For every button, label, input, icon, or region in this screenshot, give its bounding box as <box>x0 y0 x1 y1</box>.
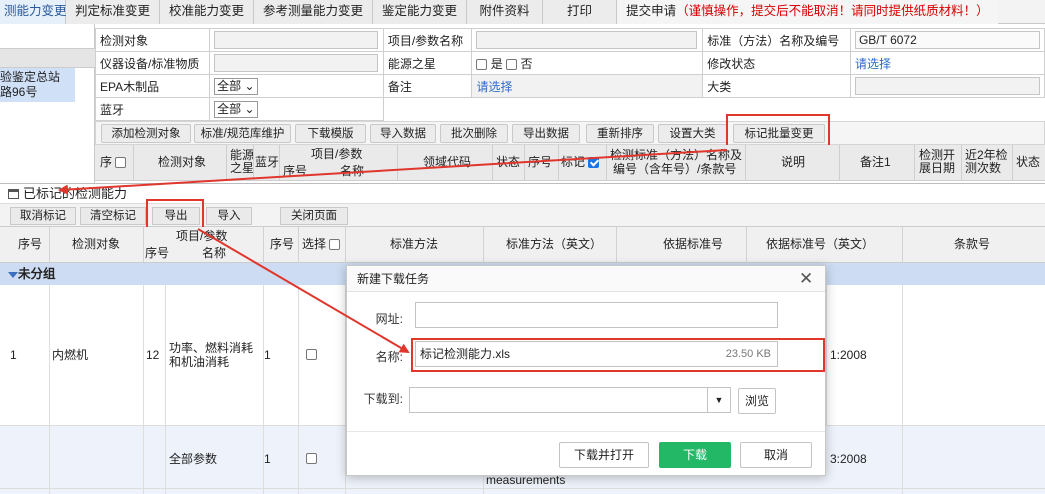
arrow-to-dialog <box>197 228 410 354</box>
annotation-arrows <box>58 149 728 354</box>
arrow-to-panel <box>58 149 728 195</box>
